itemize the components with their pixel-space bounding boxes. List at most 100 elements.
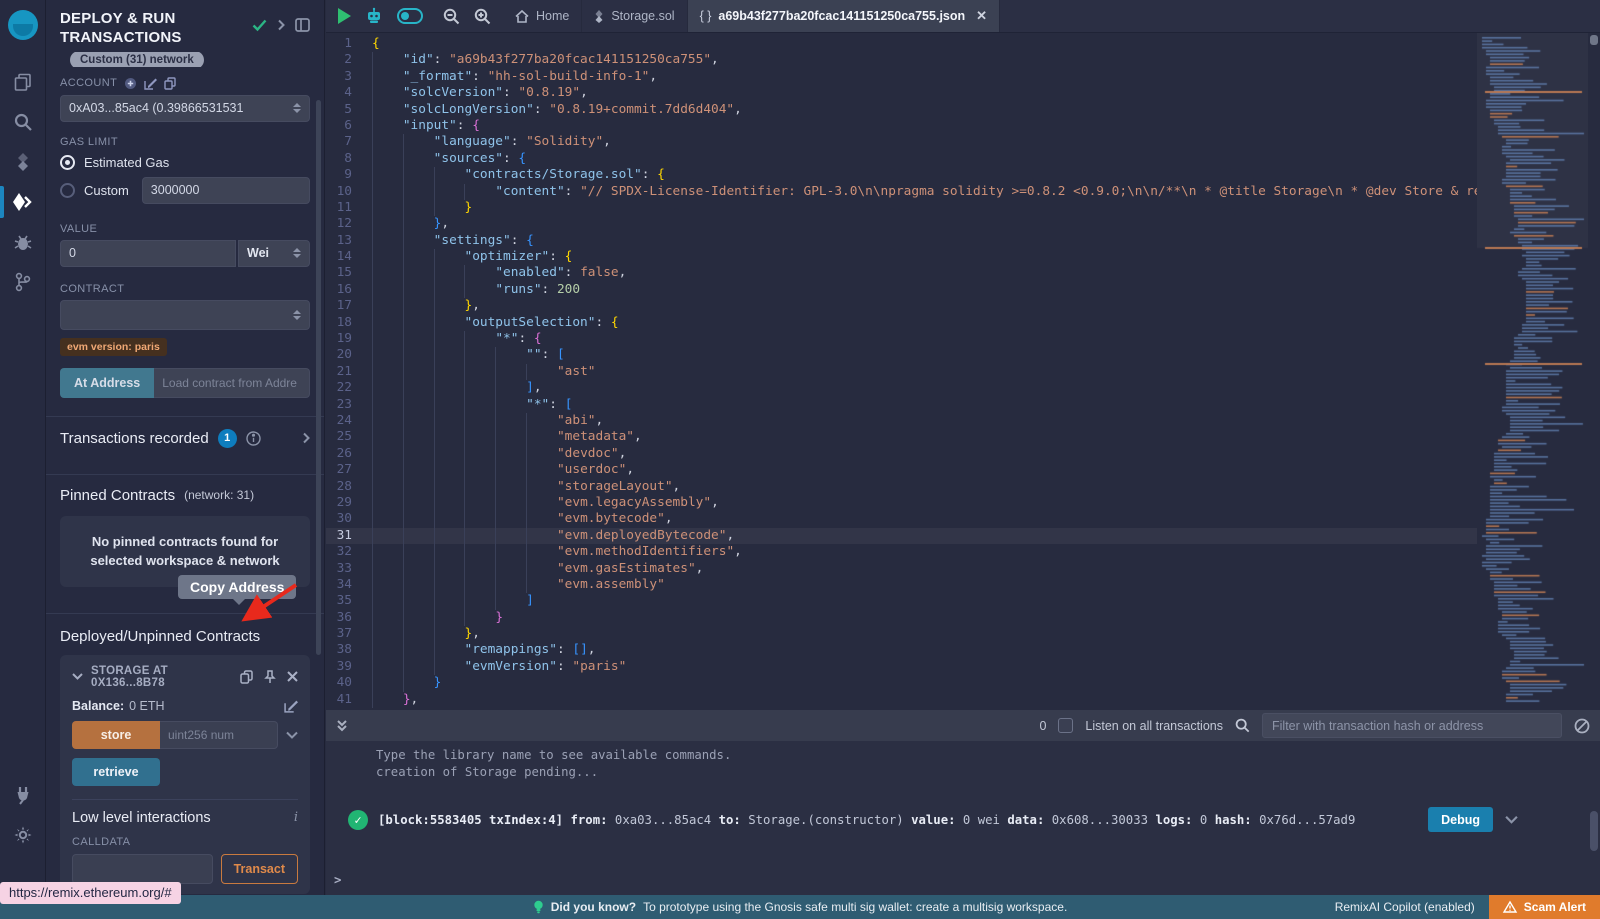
- tip-title: Did you know?: [551, 900, 636, 914]
- code-line: 13 "settings": {: [326, 233, 1477, 249]
- filter-input[interactable]: Filter with transaction hash or address: [1262, 713, 1562, 738]
- copy-account-icon[interactable]: [164, 77, 176, 90]
- terminal-hint: Type the library name to see available c…: [326, 747, 1600, 764]
- copilot-toggle[interactable]: [397, 8, 423, 24]
- run-script-play-icon[interactable]: [338, 8, 351, 24]
- code-line: 23 "*": [: [326, 397, 1477, 413]
- contract-instance-title[interactable]: STORAGE AT 0X136...8B78: [91, 665, 232, 689]
- copy-address-icon[interactable]: [240, 670, 253, 684]
- listen-label: Listen on all transactions: [1085, 719, 1223, 733]
- account-label: ACCOUNT: [60, 77, 117, 89]
- tab-build-info-json[interactable]: { } a69b43f277ba20fcac141151250ca755.jso…: [688, 0, 1000, 32]
- store-button[interactable]: store: [72, 721, 160, 749]
- at-address-button[interactable]: At Address: [60, 368, 154, 398]
- estimated-gas-radio[interactable]: [60, 155, 75, 170]
- value-unit-select[interactable]: Wei: [238, 240, 310, 267]
- terminal-scrollbar[interactable]: [1590, 811, 1598, 851]
- pin-contract-icon[interactable]: [264, 670, 276, 684]
- scam-alert-button[interactable]: Scam Alert: [1489, 895, 1600, 919]
- editor-scrollbar[interactable]: [1588, 33, 1600, 710]
- debugger-icon[interactable]: [0, 222, 46, 262]
- remix-logo-icon[interactable]: [8, 10, 38, 40]
- debug-button[interactable]: Debug: [1428, 807, 1493, 832]
- code-line: 20 "": [: [326, 347, 1477, 363]
- git-icon[interactable]: [0, 262, 46, 302]
- tab-storage-sol[interactable]: Storage.sol: [582, 0, 687, 32]
- code-line: 18 "outputSelection": {: [326, 315, 1477, 331]
- add-account-icon[interactable]: [124, 77, 137, 90]
- store-arg-input[interactable]: uint256 num: [160, 721, 278, 749]
- code-line: 15 "enabled": false,: [326, 265, 1477, 281]
- low-level-title: Low level interactions: [72, 810, 211, 826]
- account-select[interactable]: 0xA03...85ac4 (0.39866531531: [60, 95, 310, 122]
- network-badge: Custom (31) network: [70, 52, 204, 67]
- expand-args-chevron-icon[interactable]: [286, 731, 298, 739]
- edit-balance-icon[interactable]: [284, 699, 298, 713]
- lightbulb-icon: [533, 900, 544, 915]
- code-line: 8 "sources": {: [326, 151, 1477, 167]
- tab-bar: Home Storage.sol { } a69b43f277ba20fcac1…: [326, 0, 1600, 33]
- code-line: 26 "devdoc",: [326, 446, 1477, 462]
- contract-select[interactable]: [60, 300, 310, 330]
- code-line: 37 },: [326, 626, 1477, 642]
- code-line: 5 "solcLongVersion": "0.8.19+commit.7dd6…: [326, 102, 1477, 118]
- copilot-status[interactable]: RemixAI Copilot (enabled): [1335, 900, 1475, 914]
- expand-transactions-chevron-icon[interactable]: [302, 432, 310, 444]
- panel-scrollbar[interactable]: [316, 100, 321, 655]
- info-icon[interactable]: [246, 431, 261, 446]
- contract-stepper-icon: [293, 310, 301, 320]
- code-lines[interactable]: 1{2 "id": "a69b43f277ba20fcac141151250ca…: [326, 36, 1477, 708]
- code-line: 14 "optimizer": {: [326, 249, 1477, 265]
- low-level-info-icon[interactable]: i: [294, 810, 298, 825]
- status-bar: Did you know? To prototype using the Gno…: [0, 895, 1600, 919]
- calldata-input[interactable]: [72, 854, 213, 884]
- pin-panel-chevron-icon[interactable]: [277, 19, 285, 31]
- collapse-contract-chevron-icon[interactable]: [72, 673, 83, 680]
- tab-home[interactable]: Home: [503, 0, 582, 32]
- at-address-input[interactable]: Load contract from Addre: [154, 368, 310, 398]
- transact-button[interactable]: Transact: [221, 854, 298, 884]
- collapse-terminal-icon[interactable]: [336, 719, 348, 733]
- code-editor[interactable]: 1{2 "id": "a69b43f277ba20fcac141151250ca…: [326, 33, 1600, 710]
- code-line: 1{: [326, 36, 1477, 52]
- solidity-compiler-icon[interactable]: [0, 142, 46, 182]
- listen-checkbox[interactable]: [1058, 718, 1073, 733]
- deploy-run-icon[interactable]: [0, 182, 46, 222]
- custom-gas-label: Custom: [84, 183, 129, 198]
- search-icon[interactable]: [0, 102, 46, 142]
- account-value: 0xA03...85ac4 (0.39866531531: [69, 101, 243, 115]
- code-line: 16 "runs": 200: [326, 282, 1477, 298]
- settings-icon[interactable]: [0, 815, 46, 855]
- edit-account-icon[interactable]: [144, 77, 157, 90]
- code-line: 35 ]: [326, 593, 1477, 609]
- layout-column-icon[interactable]: [295, 18, 310, 32]
- custom-gas-radio[interactable]: [60, 183, 75, 198]
- close-tab-icon[interactable]: ✕: [976, 8, 987, 24]
- terminal-prompt[interactable]: >: [334, 873, 341, 887]
- retrieve-button[interactable]: retrieve: [72, 758, 160, 786]
- file-explorer-icon[interactable]: [0, 62, 46, 102]
- zoom-in-icon[interactable]: [474, 8, 491, 25]
- terminal-output[interactable]: Type the library name to see available c…: [326, 741, 1600, 895]
- close-contract-icon[interactable]: [287, 671, 298, 682]
- code-line: 21 "ast": [326, 364, 1477, 380]
- zoom-out-icon[interactable]: [443, 8, 460, 25]
- terminal-search-icon[interactable]: [1235, 718, 1250, 733]
- tx-log-text: [block:5583405 txIndex:4] from: 0xa03...…: [378, 813, 1355, 827]
- custom-gas-input[interactable]: 3000000: [142, 177, 310, 204]
- minimap[interactable]: [1477, 33, 1588, 710]
- value-input[interactable]: 0: [60, 240, 236, 267]
- editor-area: Home Storage.sol { } a69b43f277ba20fcac1…: [326, 0, 1600, 895]
- code-line: 19 "*": {: [326, 331, 1477, 347]
- expand-log-chevron-icon[interactable]: [1505, 815, 1518, 824]
- copy-address-tooltip: Copy Address: [178, 575, 296, 599]
- code-line: 39 "evmVersion": "paris": [326, 659, 1477, 675]
- pinned-contracts-title: Pinned Contracts: [60, 487, 175, 504]
- transaction-log-row[interactable]: ✓ [block:5583405 txIndex:4] from: 0xa03.…: [326, 807, 1600, 832]
- code-line: 34 "evm.assembly": [326, 577, 1477, 593]
- environment-ok-check-icon: [252, 19, 267, 31]
- remixai-robot-icon[interactable]: [365, 7, 383, 25]
- code-line: 36 }: [326, 610, 1477, 626]
- plugin-manager-icon[interactable]: [0, 775, 46, 815]
- clear-filter-ban-icon[interactable]: [1574, 718, 1590, 734]
